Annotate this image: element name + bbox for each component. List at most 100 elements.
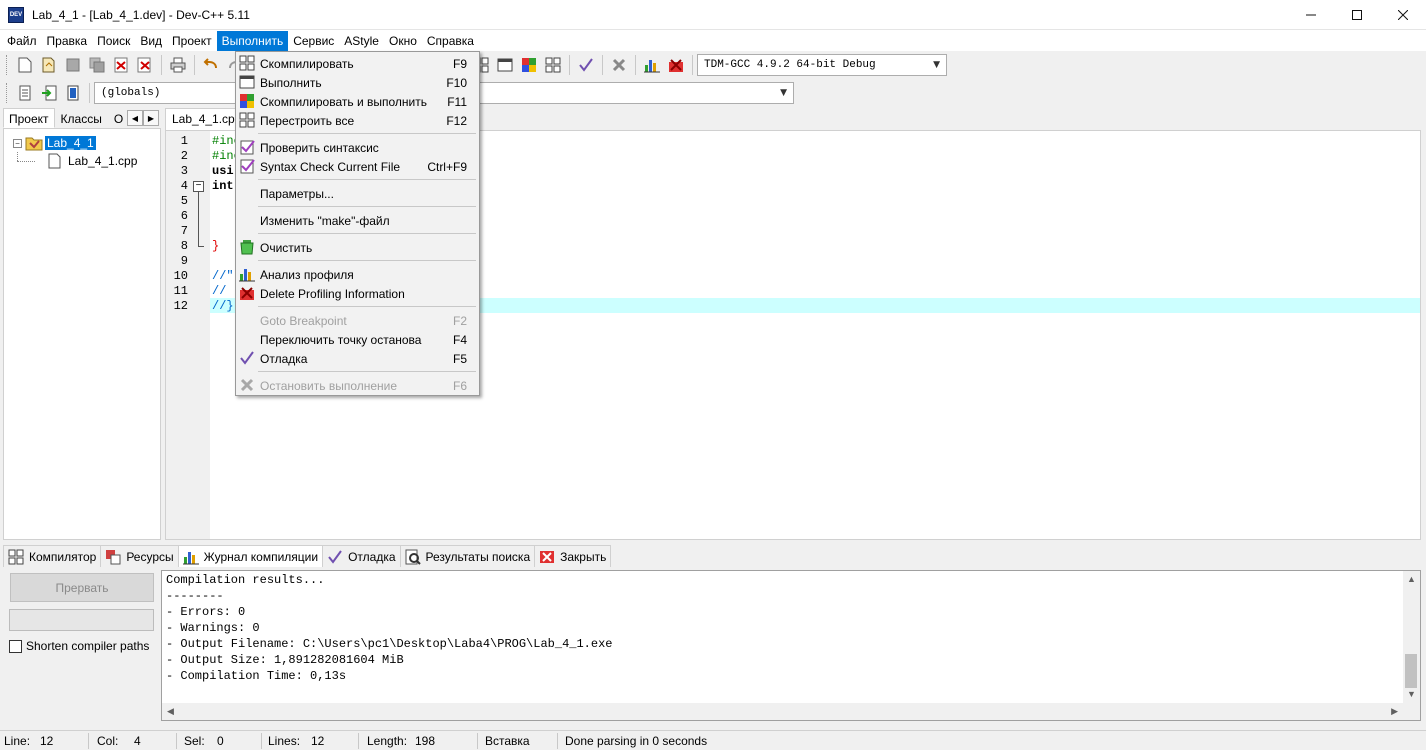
tab-project[interactable]: Проект <box>3 108 55 128</box>
fold-toggle-icon[interactable]: − <box>193 181 204 192</box>
file-name[interactable]: Lab_4_1.cpp <box>68 154 137 168</box>
print-icon <box>170 57 186 73</box>
new-file-button[interactable] <box>14 54 36 76</box>
delete-profile-toolbar-button[interactable] <box>665 54 687 76</box>
code-line: //" <box>212 269 234 283</box>
menu-execute[interactable]: Выполнить <box>216 30 289 51</box>
menu-goto-breakpoint[interactable]: Goto Breakpoint F2 <box>236 311 479 330</box>
menu-search[interactable]: Поиск <box>92 31 135 51</box>
collapse-icon[interactable]: − <box>13 138 22 148</box>
app-icon: DEV <box>8 6 24 23</box>
tab-classes[interactable]: Классы <box>55 108 108 128</box>
menu-clean[interactable]: Очистить <box>236 238 479 257</box>
menu-parameters[interactable]: Параметры... <box>236 184 479 203</box>
tab-resources[interactable]: Ресурсы <box>100 545 179 567</box>
shorten-paths-checkbox[interactable] <box>9 639 22 653</box>
rebuild-toolbar-button[interactable] <box>542 54 564 76</box>
tab-other[interactable]: О <box>108 108 129 128</box>
close-all-button[interactable] <box>134 54 156 76</box>
toolbar-separator <box>635 55 636 75</box>
debug-toolbar-button[interactable] <box>575 54 597 76</box>
menu-project[interactable]: Проект <box>167 31 217 51</box>
scroll-right-icon[interactable]: ▶ <box>1391 706 1398 717</box>
save-button[interactable] <box>62 54 84 76</box>
menu-edit[interactable]: Правка <box>42 31 93 51</box>
menu-toggle-breakpoint[interactable]: Переключить точку останова F4 <box>236 330 479 349</box>
stop-toolbar-button[interactable] <box>608 54 630 76</box>
goto-button[interactable] <box>38 82 60 104</box>
tab-debug[interactable]: Отладка <box>322 545 401 567</box>
open-file-button[interactable] <box>38 54 60 76</box>
menu-file[interactable]: Файл <box>2 31 42 51</box>
tab-scroll-right-icon[interactable]: ▶ <box>143 110 159 126</box>
abort-button[interactable]: Прервать <box>10 573 154 602</box>
close-file-icon <box>114 57 128 73</box>
menu-compile[interactable]: Скомпилировать F9 <box>236 54 479 73</box>
compile-run-toolbar-button[interactable] <box>518 54 540 76</box>
print-button[interactable] <box>167 54 189 76</box>
scroll-down-icon[interactable]: ▼ <box>1407 689 1416 699</box>
toolbar-grip[interactable] <box>6 83 9 103</box>
menu-delete-profiling[interactable]: Delete Profiling Information <box>236 284 479 303</box>
scroll-thumb[interactable] <box>1405 654 1417 688</box>
menu-separator <box>258 133 476 134</box>
scroll-up-icon[interactable]: ▲ <box>1407 574 1416 584</box>
undo-button[interactable] <box>200 54 222 76</box>
menu-run[interactable]: Выполнить F10 <box>236 73 479 92</box>
toolbar-grip[interactable] <box>6 55 9 75</box>
status-lines-label: Lines: <box>268 734 301 748</box>
menu-debug[interactable]: Отладка F5 <box>236 349 479 368</box>
scroll-left-icon[interactable]: ◀ <box>167 706 174 717</box>
tab-compiler[interactable]: Компилятор <box>3 545 102 567</box>
save-all-button[interactable] <box>86 54 108 76</box>
toolbar-separator <box>602 55 603 75</box>
menu-edit-makefile[interactable]: Изменить "make"-файл <box>236 211 479 230</box>
delete-profile-icon <box>669 59 683 72</box>
log-line: - Warnings: 0 <box>166 621 260 635</box>
compile-run-icon <box>522 58 536 72</box>
menu-tools[interactable]: Сервис <box>288 31 339 51</box>
compile-log[interactable]: Compilation results... -------- - Errors… <box>161 570 1421 721</box>
project-tree: − Lab_4_1 Lab_4_1.cpp <box>3 129 161 540</box>
log-horizontal-scrollbar[interactable]: ◀ ▶ <box>162 703 1420 720</box>
tab-compile-log[interactable]: Журнал компиляции <box>177 545 324 567</box>
menu-compile-run[interactable]: Скомпилировать и выполнить F11 <box>236 92 479 111</box>
menu-stop-execution[interactable]: Остановить выполнение F6 <box>236 376 479 395</box>
bottom-tabs: Компилятор Ресурсы Журнал компиляции Отл… <box>3 545 612 567</box>
minimize-button[interactable] <box>1288 0 1334 30</box>
shorten-paths-option[interactable]: Shorten compiler paths <box>9 639 149 653</box>
compile-controls: Прервать Shorten compiler paths <box>3 567 159 722</box>
log-vertical-scrollbar[interactable]: ▲ ▼ <box>1403 571 1420 703</box>
close-button[interactable] <box>1380 0 1426 30</box>
status-lines-value: 12 <box>311 734 325 748</box>
tree-node-project[interactable]: − Lab_4_1 <box>13 134 96 152</box>
line-number: 11 <box>173 284 188 298</box>
code-line: usi <box>212 164 234 178</box>
menu-syntax-check-file[interactable]: Syntax Check Current File Ctrl+F9 <box>236 157 479 176</box>
new-file-icon <box>18 57 32 73</box>
status-message: Done parsing in 0 seconds <box>565 734 708 748</box>
indent-button[interactable] <box>14 82 36 104</box>
menu-help[interactable]: Справка <box>422 31 479 51</box>
menu-separator <box>258 306 476 307</box>
menu-astyle[interactable]: AStyle <box>339 31 384 51</box>
menu-separator <box>258 371 476 372</box>
menu-profile-analysis[interactable]: Анализ профиля <box>236 265 479 284</box>
tab-close[interactable]: Закрыть <box>534 545 612 567</box>
run-toolbar-button[interactable] <box>494 54 516 76</box>
menu-rebuild-all[interactable]: Перестроить все F12 <box>236 111 479 130</box>
tab-scroll-left-icon[interactable]: ◀ <box>127 110 143 126</box>
tab-search-results[interactable]: Результаты поиска <box>399 545 536 567</box>
menu-view[interactable]: Вид <box>135 31 167 51</box>
maximize-button[interactable] <box>1334 0 1380 30</box>
tree-node-file[interactable]: Lab_4_1.cpp <box>48 152 137 170</box>
menu-window[interactable]: Окно <box>384 31 422 51</box>
profile-toolbar-button[interactable] <box>641 54 663 76</box>
close-file-button[interactable] <box>110 54 132 76</box>
stop-x-icon <box>612 58 626 72</box>
compiler-select[interactable]: TDM-GCC 4.9.2 64-bit Debug ▼ <box>697 54 947 76</box>
menu-syntax-check[interactable]: Проверить синтаксис <box>236 138 479 157</box>
trash-icon <box>240 240 254 255</box>
bookmark-button[interactable] <box>62 82 84 104</box>
project-name[interactable]: Lab_4_1 <box>45 136 96 150</box>
